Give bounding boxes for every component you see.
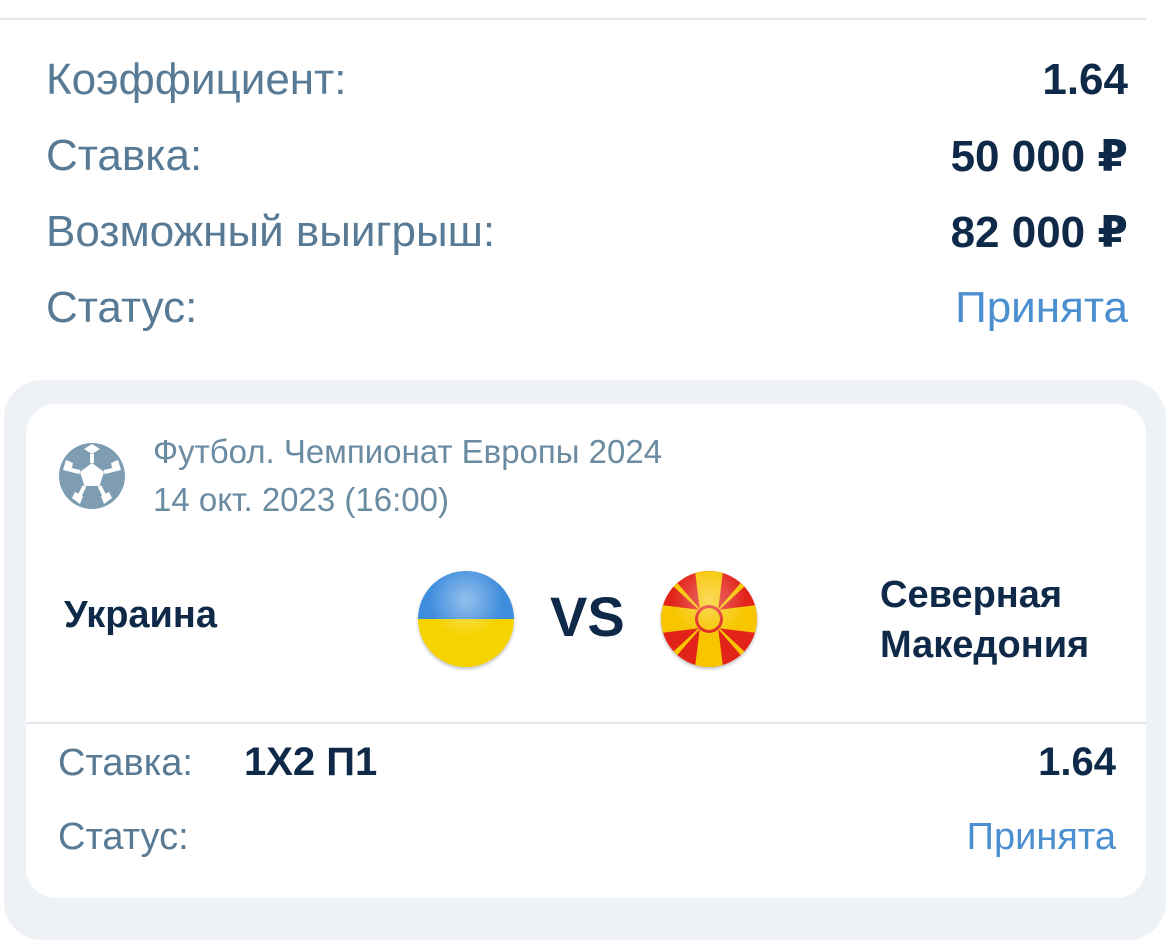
event-datetime: 14 окт. 2023 (16:00) (153, 481, 449, 518)
card-divider (26, 722, 1146, 724)
away-team-name-line1: Северная (880, 574, 1063, 616)
soccer-ball-icon (59, 443, 125, 509)
event-info: Футбол. Чемпионат Европы 2024 14 окт. 20… (153, 428, 662, 524)
top-divider (0, 18, 1146, 20)
payout-value: 82 000 ₽ (950, 207, 1128, 257)
bet-odds: 1.64 (1038, 740, 1116, 784)
north-macedonia-flag-icon (661, 571, 757, 667)
bet-status-value: Принята (966, 816, 1116, 858)
status-label: Статус: (46, 283, 198, 332)
bet-label: Ставка: (58, 742, 193, 784)
stake-value: 50 000 ₽ (950, 131, 1128, 181)
versus-label: VS (550, 585, 625, 648)
stake-row: Ставка: 50 000 ₽ (46, 126, 1128, 186)
status-value: Принята (955, 283, 1128, 332)
odds-label: Коэффициент: (46, 55, 347, 104)
stake-label: Ставка: (46, 131, 203, 180)
bet-status-label: Статус: (58, 816, 189, 858)
odds-value: 1.64 (1042, 55, 1128, 104)
event-card: Футбол. Чемпионат Европы 2024 14 окт. 20… (26, 404, 1146, 898)
tournament-name: Футбол. Чемпионат Европы 2024 (153, 433, 663, 470)
away-team-name-line2: Македония (880, 624, 1090, 666)
away-team-name: Северная Македония (880, 570, 1089, 670)
odds-row: Коэффициент: 1.64 (46, 50, 1128, 110)
home-team-name: Украина (64, 594, 218, 636)
status-row: Статус: Принята (46, 278, 1128, 338)
ukraine-flag-icon (418, 571, 514, 667)
payout-label: Возможный выигрыш: (46, 207, 496, 256)
bet-market: 1X2 П1 (244, 740, 378, 784)
payout-row: Возможный выигрыш: 82 000 ₽ (46, 202, 1128, 262)
